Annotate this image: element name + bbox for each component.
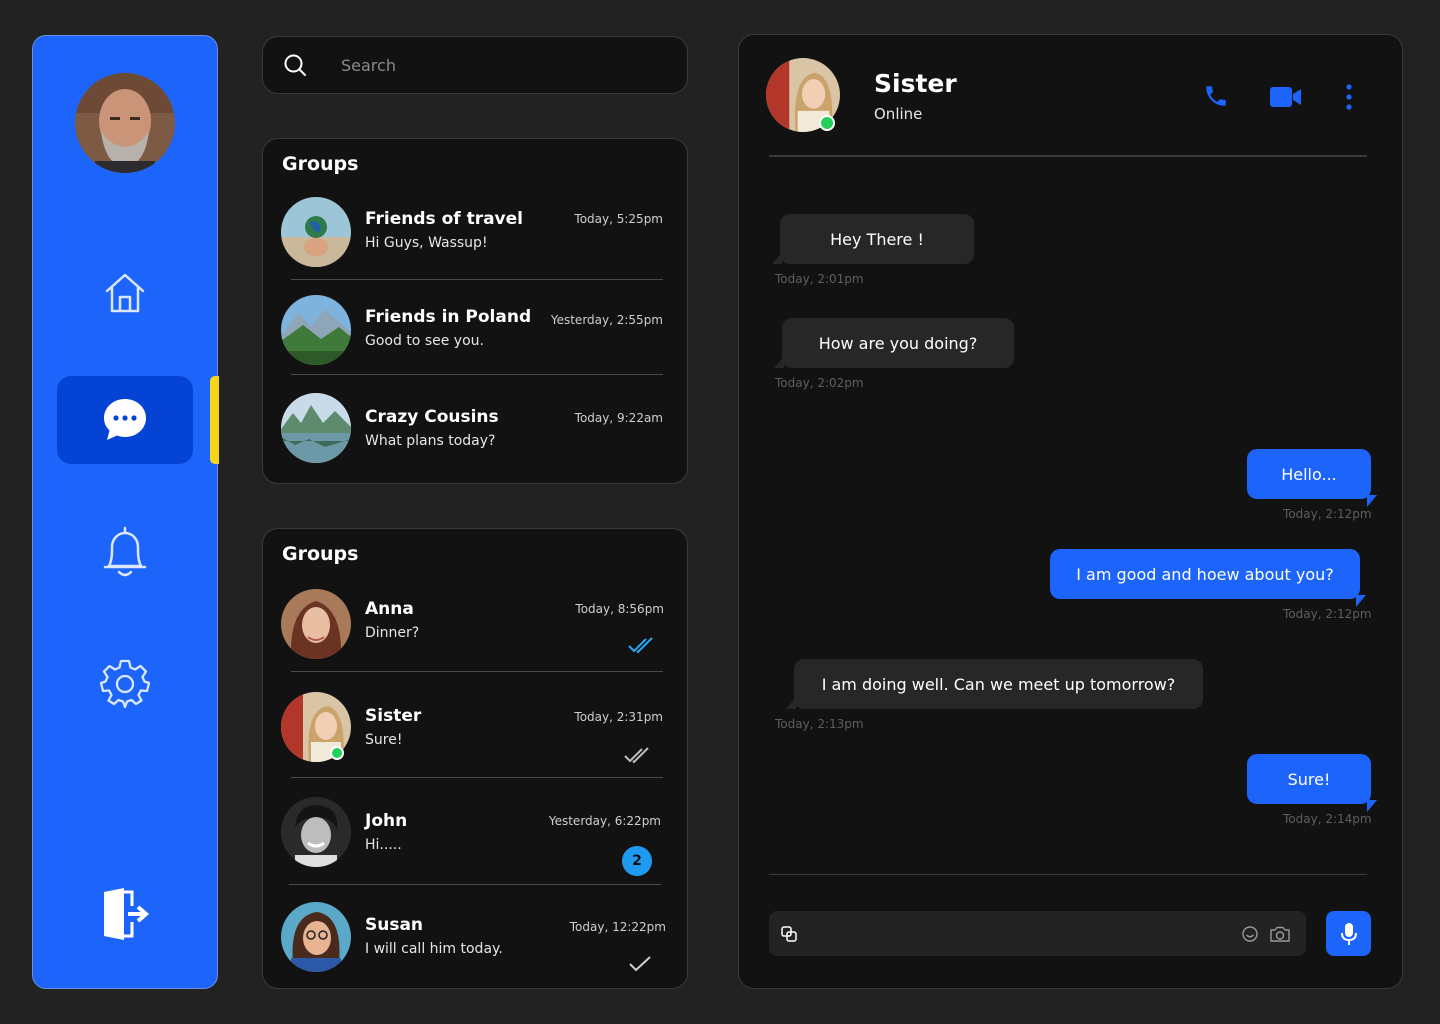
voice-record-button[interactable]: [1326, 911, 1371, 956]
message-time: Today, 2:13pm: [775, 717, 864, 731]
contact-avatar-john: [281, 797, 351, 867]
group-item[interactable]: Friends in Poland Good to see you. Yeste…: [281, 295, 663, 379]
composer-divider: [769, 874, 1367, 875]
chat-contact-status: Online: [874, 105, 923, 123]
chat-window: Sister Online Hey There ! Today, 2:01pm …: [738, 34, 1403, 989]
group-item[interactable]: Crazy Cousins What plans today? Today, 9…: [281, 393, 663, 469]
video-camera-icon[interactable]: [1270, 86, 1302, 108]
outgoing-message: I am good and hoew about you?: [1050, 549, 1366, 607]
incoming-message: Hey There !: [772, 214, 974, 264]
chat-contact-name: Sister: [874, 69, 957, 98]
nav-settings[interactable]: [57, 639, 193, 727]
active-nav-marker: [210, 376, 219, 464]
message-input[interactable]: [807, 925, 1242, 942]
divider: [291, 777, 663, 778]
divider: [291, 279, 663, 280]
chat-item[interactable]: Susan I will call him today. Today, 12:2…: [281, 902, 666, 976]
group-avatar-friends-in-poland: [281, 295, 351, 365]
nav-home[interactable]: [57, 249, 193, 337]
message-time: Today, 2:14pm: [1283, 812, 1372, 826]
gear-icon: [100, 659, 150, 708]
nav-logout[interactable]: [57, 870, 193, 958]
contact-time: Today, 8:56pm: [575, 602, 664, 616]
group-time: Today, 9:22am: [574, 411, 663, 425]
contact-last-message: Hi.....: [365, 837, 402, 853]
contact-name: John: [365, 811, 408, 831]
chats-panel-title: Groups: [282, 543, 359, 565]
incoming-message: How are you doing?: [774, 318, 1014, 368]
contact-avatar-anna: [281, 589, 351, 659]
search-bar: [262, 36, 688, 94]
bell-icon: [103, 526, 147, 577]
phone-icon[interactable]: [1203, 83, 1229, 109]
divider: [291, 671, 663, 672]
logout-door-icon: [104, 888, 150, 940]
group-name: Friends of travel: [365, 209, 523, 229]
message-time: Today, 2:02pm: [775, 376, 864, 390]
delivered-double-check-icon: [624, 747, 649, 764]
contact-time: Yesterday, 6:22pm: [548, 814, 661, 828]
group-item[interactable]: Friends of travel Hi Guys, Wassup! Today…: [281, 197, 663, 281]
contact-name: Anna: [365, 599, 414, 619]
contact-avatar-susan: [281, 902, 351, 972]
divider: [291, 374, 663, 375]
incoming-message: I am doing well. Can we meet up tomorrow…: [786, 659, 1203, 709]
user-avatar[interactable]: [75, 73, 175, 173]
sidebar: [32, 35, 219, 989]
chat-bubble-icon: [104, 399, 146, 440]
group-time: Today, 5:25pm: [574, 212, 663, 226]
group-name: Friends in Poland: [365, 307, 532, 327]
search-icon[interactable]: [283, 53, 307, 77]
chat-item[interactable]: Sister Sure! Today, 2:31pm: [281, 692, 663, 778]
online-status-dot: [330, 746, 344, 760]
contact-time: Today, 12:22pm: [569, 920, 666, 934]
microphone-icon: [1340, 922, 1357, 945]
message-composer: [769, 911, 1306, 956]
group-avatar-crazy-cousins: [281, 393, 351, 463]
contact-last-message: Dinner?: [365, 625, 420, 641]
attachment-icon[interactable]: [781, 925, 797, 942]
message-time: Today, 2:12pm: [1283, 507, 1372, 521]
contact-last-message: Sure!: [365, 732, 403, 748]
contact-time: Today, 2:31pm: [574, 710, 663, 724]
online-status-dot: [819, 115, 835, 131]
group-last-message: What plans today?: [365, 433, 496, 449]
unread-count-badge: 2: [622, 846, 652, 876]
message-time: Today, 2:01pm: [775, 272, 864, 286]
chats-panel: Groups Anna Dinner? Today, 8:56pm Sister…: [262, 528, 688, 989]
group-name: Crazy Cousins: [365, 407, 499, 427]
camera-icon[interactable]: [1270, 926, 1290, 942]
header-divider: [769, 155, 1367, 157]
group-last-message: Good to see you.: [365, 333, 484, 349]
contact-name: Susan: [365, 915, 424, 935]
group-avatar-friends-of-travel: [281, 197, 351, 267]
contact-last-message: I will call him today.: [365, 941, 503, 957]
nav-messages[interactable]: [57, 376, 193, 464]
outgoing-message: Hello...: [1247, 449, 1377, 507]
divider: [289, 884, 661, 885]
groups-panel: Groups Friends of travel Hi Guys, Wassup…: [262, 138, 688, 484]
nav-notifications[interactable]: [57, 508, 193, 596]
sent-check-icon: [629, 956, 651, 972]
emoji-icon[interactable]: [1242, 925, 1258, 942]
search-input[interactable]: [341, 55, 641, 75]
group-time: Yesterday, 2:55pm: [550, 313, 663, 327]
group-last-message: Hi Guys, Wassup!: [365, 235, 488, 251]
home-icon: [105, 273, 145, 313]
read-double-check-icon: [628, 637, 653, 654]
groups-panel-title: Groups: [282, 153, 359, 175]
message-time: Today, 2:12pm: [1283, 607, 1372, 621]
chat-item[interactable]: Anna Dinner? Today, 8:56pm: [281, 589, 664, 673]
more-vertical-icon[interactable]: [1343, 83, 1355, 111]
contact-name: Sister: [365, 706, 422, 726]
outgoing-message: Sure!: [1247, 754, 1377, 812]
chat-item[interactable]: John Hi..... Yesterday, 6:22pm 2: [281, 797, 663, 885]
